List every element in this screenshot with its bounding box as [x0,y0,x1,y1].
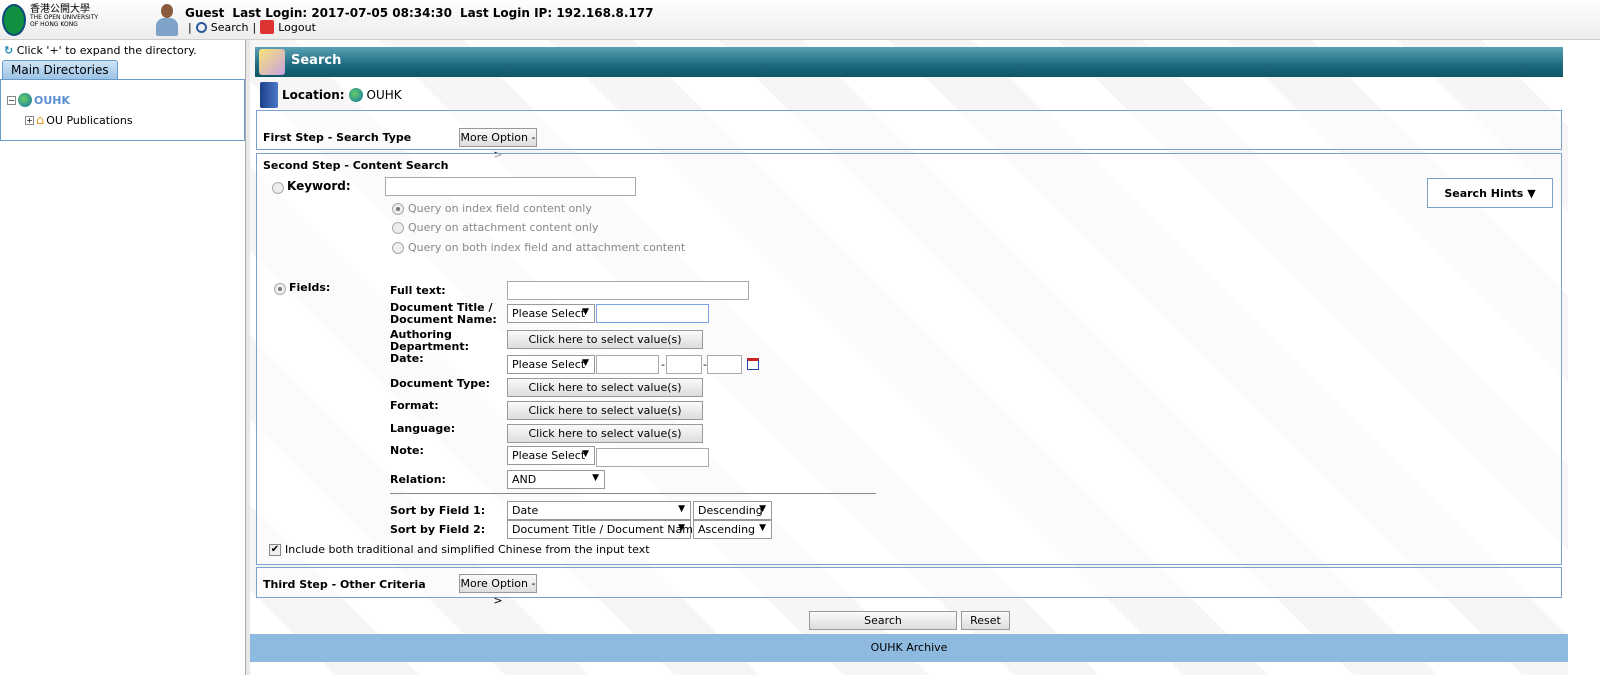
doc-title-operator-select[interactable]: Please Select [507,304,595,323]
sort2-label: Sort by Field 2: [390,523,486,536]
main-content: Search Location: OUHK First Step - Search… [250,40,1568,675]
note-label: Note: [390,444,424,457]
header: 香港公開大學 THE OPEN UNIVERSITY OF HONG KONG Gu… [0,0,1600,40]
location: Location: OUHK [260,82,402,108]
relation-select[interactable]: AND [507,470,605,489]
keyword-option-radio[interactable] [392,203,404,215]
search-button[interactable]: Search [809,611,957,630]
separator: | [188,20,192,34]
chinese-checkbox[interactable]: ✔ [269,544,281,556]
tab-main-directories[interactable]: Main Directories [2,60,118,79]
keyword-option-label: Query on both index field and attachment… [408,241,686,254]
note-input[interactable] [596,448,709,467]
globe-icon [18,93,32,107]
doc-title-label: Document Title / Document Name: [390,301,497,326]
directory-tree: − OUHK + ⌂ OU Publications [0,79,245,141]
expand-hint: ↻ Click '+' to expand the directory. [4,44,197,57]
logo-text: 香港公開大學 THE OPEN UNIVERSITY OF HONG KONG [30,4,99,29]
separator: | [252,20,257,34]
search-magnifier-icon[interactable] [195,21,207,33]
format-select-button[interactable]: Click here to select value(s) [507,401,703,420]
sort1-field-select[interactable]: Date [507,501,691,520]
user-info: Guest Last Login: 2017-07-05 08:34:30 Last… [185,6,654,20]
step1-title: First Step - Search Type [263,131,412,144]
fields-radio[interactable] [274,283,286,295]
expand-icon[interactable]: + [25,116,34,125]
step3-section: Third Step - Other Criteria More Option … [256,567,1562,607]
step3-title: Third Step - Other Criteria [263,578,426,591]
collapse-icon[interactable]: − [7,95,16,105]
house-icon: ⌂ [36,113,45,128]
full-text-label: Full text: [390,284,446,297]
user-avatar-icon [155,4,179,36]
sort2-field-select[interactable]: Document Title / Document Name [507,520,700,539]
refresh-icon[interactable]: ↻ [4,44,13,57]
keyword-option-radio[interactable] [392,222,404,234]
sidebar: ↻ Click '+' to expand the directory. Mai… [0,40,246,675]
language-select-button[interactable]: Click here to select value(s) [507,424,703,443]
sort1-label: Sort by Field 1: [390,504,486,517]
keyword-radio[interactable] [272,182,284,194]
fields-label: Fields: [289,281,331,294]
doc-title-input[interactable] [596,304,709,323]
logout-link[interactable]: Logout [278,21,316,34]
tree-node-ou-publications[interactable]: + ⌂ OU Publications [25,113,133,128]
power-icon[interactable] [260,20,275,34]
reset-button[interactable]: Reset [961,611,1010,630]
book-icon [260,82,278,108]
step2-section: Second Step - Content Search Search Hint… [256,153,1562,565]
date-separator: - [661,358,665,371]
document-type-select-button[interactable]: Click here to select value(s) [507,378,703,397]
search-title-bar: Search [255,47,1563,77]
date-year-input[interactable] [596,355,659,374]
search-hints-button[interactable]: Search Hints ▼ [1427,178,1553,208]
globe-icon [348,88,363,102]
footer: OUHK Archive [250,634,1568,662]
authoring-department-select-button[interactable]: Click here to select value(s) [507,330,703,349]
step1-section: First Step - Search Type More Option -> [256,110,1562,161]
divider [390,493,876,494]
keyword-option-label: Query on attachment content only [408,221,599,234]
step1-more-option-button[interactable]: More Option -> [459,128,537,161]
step3-more-option-button[interactable]: More Option -> [459,574,537,607]
format-label: Format: [390,399,439,412]
keyword-label: Keyword: [287,179,351,193]
authoring-department-label: Authoring Department: [390,328,469,353]
chinese-checkbox-label: Include both traditional and simplified … [285,543,650,556]
date-label: Date: [390,352,424,365]
step2-title: Second Step - Content Search [263,159,449,172]
keyword-option-radio[interactable] [392,242,404,254]
date-operator-select[interactable]: Please Select [507,355,595,374]
relation-label: Relation: [390,473,446,486]
triangle-down-icon: ▼ [1527,186,1536,200]
sort2-order-select[interactable]: Ascending [693,520,772,539]
search-document-icon [259,49,285,75]
language-label: Language: [390,422,456,435]
tree-node-ouhk[interactable]: − OUHK [7,93,70,107]
keyword-option-label: Query on index field content only [408,202,592,215]
sort1-order-select[interactable]: Descending [693,501,772,520]
date-day-input[interactable] [707,355,742,374]
note-operator-select[interactable]: Please Select [507,446,595,465]
ouhk-logo [2,4,26,36]
keyword-input[interactable] [385,177,636,196]
full-text-input[interactable] [507,281,749,300]
document-type-label: Document Type: [390,377,490,390]
date-month-input[interactable] [666,355,702,374]
calendar-icon[interactable] [747,358,759,370]
search-link[interactable]: Search [211,21,249,34]
